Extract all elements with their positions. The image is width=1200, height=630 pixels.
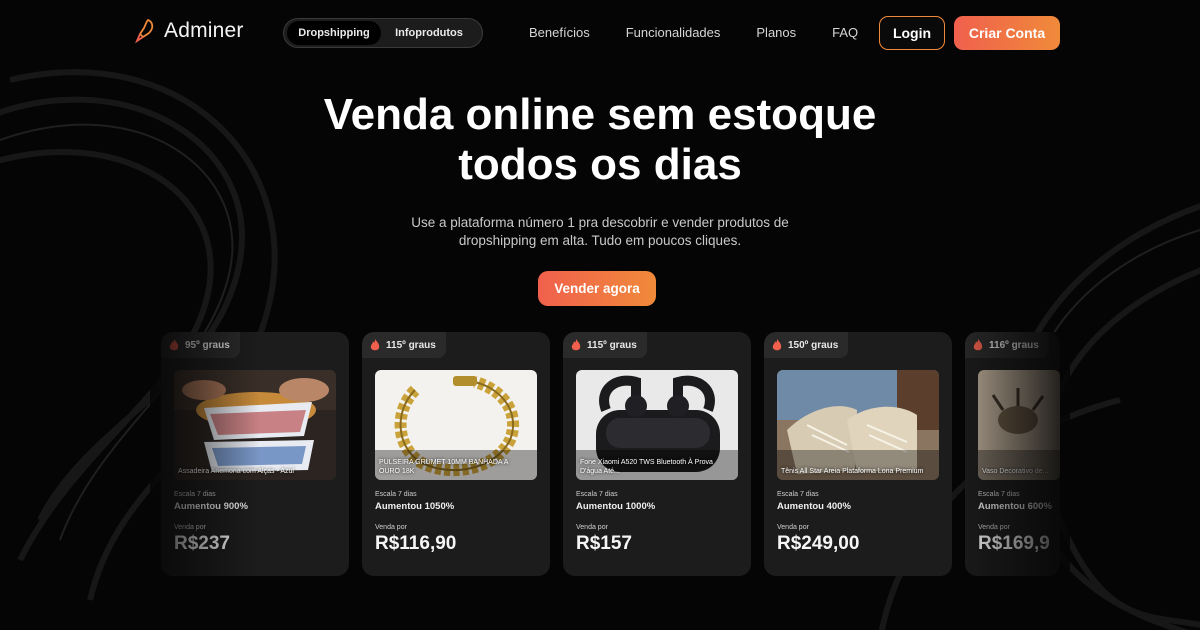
product-card[interactable]: 95º graus Assadeira Anemona com Alças - … [161, 332, 349, 576]
product-price: R$157 [576, 533, 632, 554]
scale-label: Escala 7 dias [375, 491, 417, 498]
product-price: R$237 [174, 533, 230, 554]
sale-label: Venda por [978, 524, 1010, 531]
rocket-logo-icon [134, 18, 154, 44]
brand-logo[interactable]: Adminer [134, 18, 244, 44]
heat-badge: 116º graus [965, 332, 1049, 358]
scale-value: Aumentou 600% [978, 501, 1052, 512]
signup-button[interactable]: Criar Conta [954, 16, 1060, 50]
product-image: Assadeira Anemona com Alças - Azul [174, 370, 336, 480]
product-card[interactable]: 115º graus Fone Xiaomi A520 TWS Bluetoot… [563, 332, 751, 576]
hero-title: Venda online sem estoque todos os dias [0, 90, 1200, 190]
product-image: Tênis All Star Areia Plataforma Lona Pre… [777, 370, 939, 480]
top-navigation: Adminer Dropshipping Infoprodutos Benefí… [0, 0, 1200, 66]
product-image: Fone Xiaomi A520 TWS Bluetooth À Prova D… [576, 370, 738, 480]
toggle-infoprodutos[interactable]: Infoprodutos [381, 21, 477, 45]
heat-badge: 115º graus [563, 332, 647, 358]
scale-label: Escala 7 dias [576, 491, 618, 498]
scale-value: Aumentou 1000% [576, 501, 656, 512]
hero-title-line-2: todos os dias [458, 140, 742, 189]
product-price: R$169,9 [978, 533, 1050, 554]
scale-value: Aumentou 900% [174, 501, 248, 512]
scale-label: Escala 7 dias [777, 491, 819, 498]
brand-name: Adminer [164, 19, 244, 42]
nav-link-planos[interactable]: Planos [756, 25, 796, 40]
nav-menu: Benefícios Funcionalidades Planos FAQ [529, 25, 894, 40]
scale-label: Escala 7 dias [174, 491, 216, 498]
flame-icon [169, 338, 179, 350]
sale-label: Venda por [777, 524, 809, 531]
flame-icon [772, 338, 782, 350]
heat-badge: 95º graus [161, 332, 240, 358]
nav-link-funcionalidades[interactable]: Funcionalidades [626, 25, 721, 40]
flame-icon [973, 338, 983, 350]
login-button[interactable]: Login [879, 16, 945, 50]
heat-badge-label: 115º graus [386, 339, 436, 351]
scale-value: Aumentou 1050% [375, 501, 455, 512]
product-name: Vaso Decorativo de... [982, 468, 1049, 475]
product-image: Vaso Decorativo de... [978, 370, 1060, 480]
sale-label: Venda por [174, 524, 206, 531]
flame-icon [571, 338, 581, 350]
product-type-toggle: Dropshipping Infoprodutos [283, 18, 483, 48]
heat-badge-label: 150º graus [788, 339, 839, 351]
product-price: R$116,90 [375, 533, 457, 554]
nav-link-beneficios[interactable]: Benefícios [529, 25, 590, 40]
product-name: Fone Xiaomi A520 TWS Bluetooth À Prova D… [580, 459, 713, 475]
product-name: Tênis All Star Areia Plataforma Lona Pre… [781, 468, 924, 475]
product-image: PULSEIRA GRUMET 10MM BANHADA A OURO 18K [375, 370, 537, 480]
heat-badge-label: 95º graus [185, 339, 230, 351]
sell-now-button[interactable]: Vender agora [538, 271, 656, 306]
heat-badge: 150º graus [764, 332, 849, 358]
heat-badge-label: 115º graus [587, 339, 637, 351]
product-price: R$249,00 [777, 533, 860, 554]
scale-label: Escala 7 dias [978, 491, 1020, 498]
sale-label: Venda por [375, 524, 407, 531]
hero-title-line-1: Venda online sem estoque [323, 90, 877, 139]
hero-subtitle-line-1: Use a plataforma número 1 pra descobrir … [411, 215, 789, 230]
heat-badge: 115º graus [362, 332, 446, 358]
product-name: Assadeira Anemona com Alças - Azul [178, 468, 294, 475]
sale-label: Venda por [576, 524, 608, 531]
product-card[interactable]: 116º graus Vaso Decorativo de... Escala … [965, 332, 1060, 576]
hero-subtitle: Use a plataforma número 1 pra descobrir … [380, 214, 820, 250]
hero-subtitle-line-2: dropshipping em alta. Tudo em poucos cli… [458, 233, 742, 248]
product-card[interactable]: 115º graus PULSEIRA GRUMET 10MM BANHADA … [362, 332, 550, 576]
flame-icon [370, 338, 380, 350]
product-carousel: 95º graus Assadeira Anemona com Alças - … [0, 332, 1200, 577]
toggle-dropshipping[interactable]: Dropshipping [287, 21, 381, 45]
nav-link-faq[interactable]: FAQ [832, 25, 858, 40]
product-name: PULSEIRA GRUMET 10MM BANHADA A OURO 18K [379, 459, 509, 475]
heat-badge-label: 116º graus [989, 339, 1039, 351]
product-card[interactable]: 150º graus Tênis All Star Areia Platafor… [764, 332, 952, 576]
scale-value: Aumentou 400% [777, 501, 851, 512]
